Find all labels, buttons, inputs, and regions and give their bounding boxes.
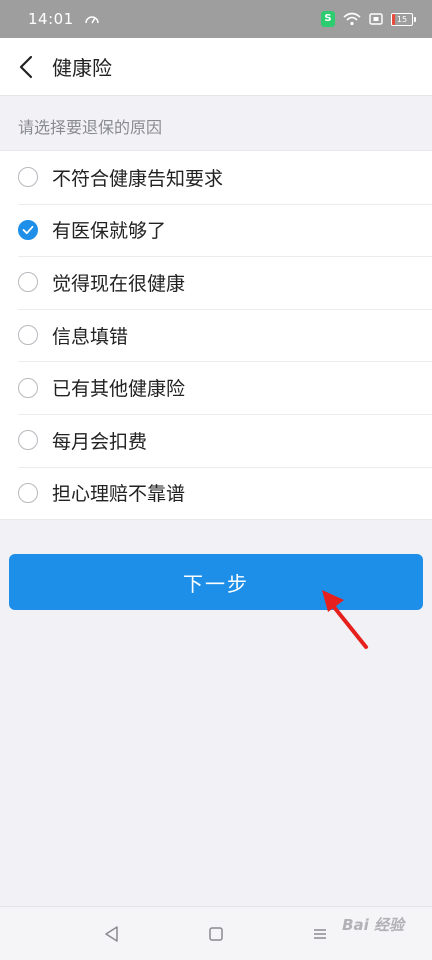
reason-option-2[interactable]: 有医保就够了 xyxy=(0,203,432,257)
reason-options-list: 不符合健康告知要求 有医保就够了 觉得现在很健康 信息填错 已有其他健康险 每月… xyxy=(0,150,432,521)
radio-button[interactable] xyxy=(18,377,38,398)
nav-menu-button[interactable] xyxy=(305,919,335,949)
radio-button[interactable] xyxy=(18,167,38,188)
reason-option-4[interactable]: 信息填错 xyxy=(0,308,432,362)
watermark-logo: Bai 经验 xyxy=(342,916,404,934)
next-step-button[interactable]: 下一步 xyxy=(9,554,423,610)
radio-button[interactable] xyxy=(18,482,38,503)
reason-option-5[interactable]: 已有其他健康险 xyxy=(0,361,432,414)
reason-option-6[interactable]: 每月会扣费 xyxy=(0,413,432,467)
status-bar: 14:01 S 15 xyxy=(0,0,432,38)
back-button[interactable] xyxy=(0,38,52,96)
radio-button-checked[interactable] xyxy=(18,219,38,240)
radio-button[interactable] xyxy=(18,272,38,293)
nav-back-icon xyxy=(105,925,118,942)
page-title: 健康险 xyxy=(52,56,112,80)
wifi-icon xyxy=(343,12,361,26)
nav-home-button[interactable] xyxy=(201,919,231,949)
radio-button[interactable] xyxy=(18,430,38,451)
shield-icon: S xyxy=(321,11,335,27)
nav-home-icon xyxy=(209,926,223,941)
option-label: 每月会扣费 xyxy=(52,430,148,453)
option-label: 觉得现在很健康 xyxy=(52,272,186,295)
speed-icon xyxy=(84,16,99,24)
reason-option-7[interactable]: 担心理赔不靠谱 xyxy=(0,466,432,520)
option-label: 信息填错 xyxy=(52,325,129,348)
radio-button[interactable] xyxy=(18,325,38,346)
option-label: 有医保就够了 xyxy=(52,220,167,243)
check-icon xyxy=(22,225,34,234)
option-label: 担心理赔不靠谱 xyxy=(52,483,186,506)
screen: 14:01 S 15 健康险 请选择要退保的原因 不符合健康告知要求 有医保就够… xyxy=(0,0,432,960)
sim-icon xyxy=(369,13,383,25)
back-chevron-icon xyxy=(19,55,33,78)
nav-back-button[interactable] xyxy=(97,919,127,949)
section-prompt: 请选择要退保的原因 xyxy=(18,118,163,137)
reason-option-1[interactable]: 不符合健康告知要求 xyxy=(0,151,432,204)
status-icons: S 15 xyxy=(321,11,416,27)
option-label: 不符合健康告知要求 xyxy=(52,167,224,190)
status-time: 14:01 xyxy=(28,10,74,28)
battery-icon: 15 xyxy=(391,12,416,26)
battery-level: 15 xyxy=(396,14,408,24)
reason-option-3[interactable]: 觉得现在很健康 xyxy=(0,256,432,309)
header: 健康险 xyxy=(0,38,432,96)
nav-menu-icon xyxy=(314,928,326,939)
option-label: 已有其他健康险 xyxy=(52,378,186,401)
